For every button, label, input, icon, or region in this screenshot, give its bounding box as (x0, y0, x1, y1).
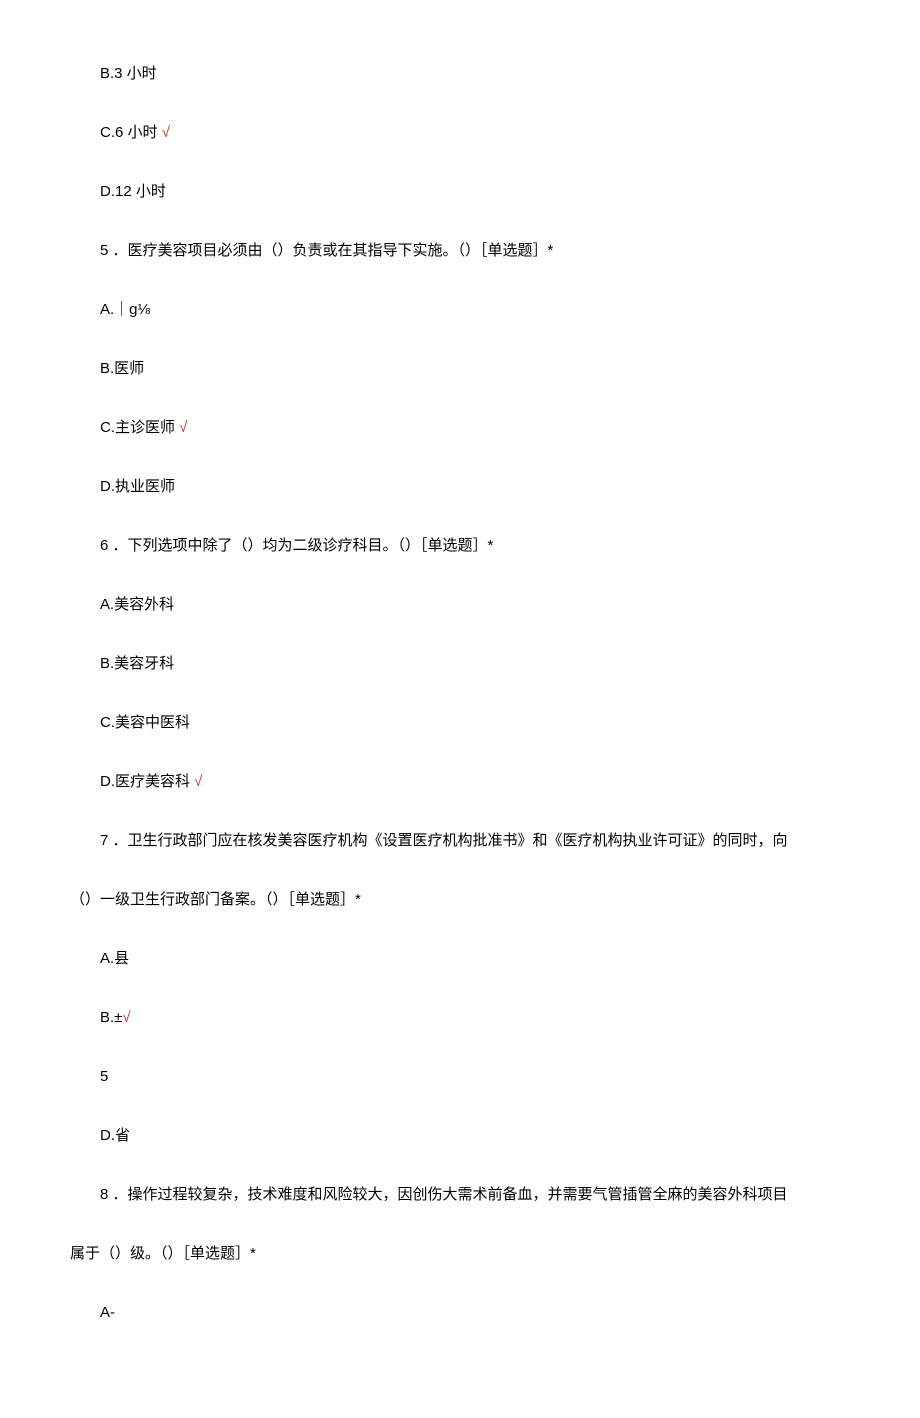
option-text: B.美容牙科 (100, 655, 174, 672)
option-text: D.医疗美容科 (100, 773, 194, 790)
question-text: 5 ．医疗美容项目必须由（）负责或在其指导下实施。（）［单选题］* (100, 242, 553, 259)
q7-option-b: B.±√ (70, 1004, 850, 1031)
question-text: 6 ．下列选项中除了（）均为二级诊疗科目。（）［单选题］* (100, 537, 493, 554)
check-mark: √ (162, 124, 170, 141)
option-text: A- (100, 1304, 115, 1321)
option-text: B.3 小时 (100, 65, 157, 82)
question-6: 6 ．下列选项中除了（）均为二级诊疗科目。（）［单选题］* (70, 532, 850, 559)
option-text: A.美容外科 (100, 596, 174, 613)
option-text: D.执业医师 (100, 478, 175, 495)
option-c: C.6 小时 √ (70, 119, 850, 146)
question-7-line1: 7 ．卫生行政部门应在核发美容医疗机构《设置医疗机构批准书》和《医疗机构执业许可… (70, 827, 850, 854)
q5-option-d: D.执业医师 (70, 473, 850, 500)
check-mark: √ (122, 1009, 130, 1026)
question-text: 属于（）级。（）［单选题］* (70, 1245, 256, 1262)
option-text: D.12 小时 (100, 183, 166, 200)
option-text: A.县 (100, 950, 129, 967)
check-mark: √ (179, 419, 187, 436)
q7-option-d: D.省 (70, 1122, 850, 1149)
q5-option-b: B.医师 (70, 355, 850, 382)
q6-option-a: A.美容外科 (70, 591, 850, 618)
question-8-line1: 8 ．操作过程较复杂，技术难度和风险较大，因创伤大需术前备血，并需要气管插管全麻… (70, 1181, 850, 1208)
option-text: 5 (100, 1068, 108, 1085)
question-8-line2: 属于（）级。（）［单选题］* (70, 1240, 850, 1267)
option-text: C.主诊医师 (100, 419, 179, 436)
option-d: D.12 小时 (70, 178, 850, 205)
q7-option-c: 5 (70, 1063, 850, 1090)
option-text: B.± (100, 1009, 122, 1026)
q5-option-c: C.主诊医师 √ (70, 414, 850, 441)
q5-option-a: A.｜g⅛ (70, 296, 850, 323)
question-7-line2: （）一级卫生行政部门备案。（）［单选题］* (70, 886, 850, 913)
option-text: D.省 (100, 1127, 130, 1144)
option-text: A.｜g⅛ (100, 301, 150, 318)
question-text: 8 ．操作过程较复杂，技术难度和风险较大，因创伤大需术前备血，并需要气管插管全麻… (100, 1186, 788, 1203)
q8-option-a: A- (70, 1299, 850, 1326)
question-text: 7 ．卫生行政部门应在核发美容医疗机构《设置医疗机构批准书》和《医疗机构执业许可… (100, 832, 788, 849)
option-b: B.3 小时 (70, 60, 850, 87)
q6-option-c: C.美容中医科 (70, 709, 850, 736)
option-text: B.医师 (100, 360, 144, 377)
option-text: C.6 小时 (100, 124, 162, 141)
question-5: 5 ．医疗美容项目必须由（）负责或在其指导下实施。（）［单选题］* (70, 237, 850, 264)
q6-option-b: B.美容牙科 (70, 650, 850, 677)
q6-option-d: D.医疗美容科 √ (70, 768, 850, 795)
option-text: C.美容中医科 (100, 714, 190, 731)
q7-option-a: A.县 (70, 945, 850, 972)
question-text: （）一级卫生行政部门备案。（）［单选题］* (70, 891, 361, 908)
check-mark: √ (194, 773, 202, 790)
